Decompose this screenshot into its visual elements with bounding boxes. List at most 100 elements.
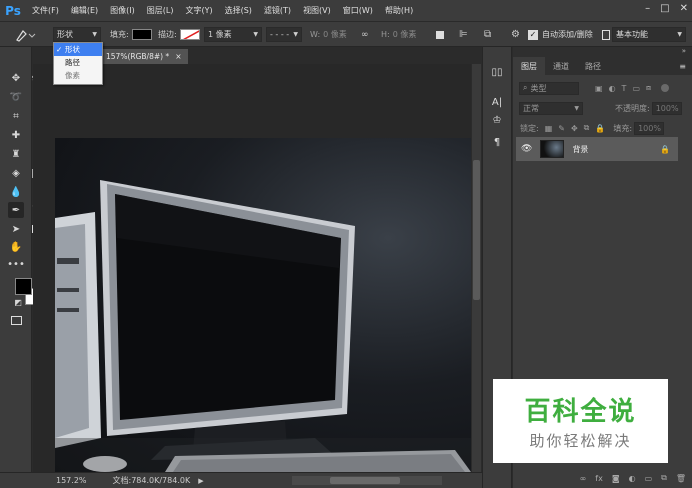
layer-row[interactable]: 👁 背景 🔒 [516, 137, 678, 161]
clone-stamp-icon[interactable]: ♜ [9, 147, 23, 161]
default-colors-icon[interactable]: ◩ [11, 295, 25, 309]
menu-edit[interactable]: 编辑(E) [65, 5, 104, 16]
link-layers-icon[interactable]: ∞ [580, 474, 587, 483]
stroke-swatch[interactable] [179, 29, 200, 40]
filter-pixel-icon[interactable]: ▣ [595, 84, 603, 93]
menu-window[interactable]: 窗口(W) [337, 5, 379, 16]
fill-swatch[interactable] [131, 29, 152, 40]
status-menu-arrow-icon[interactable]: ▶ [198, 477, 203, 485]
delete-layer-icon[interactable]: 🗑 [676, 474, 686, 483]
layer-filter-select[interactable]: ⌕ 类型 [519, 81, 579, 95]
lock-artboard-icon[interactable]: ⧉ [584, 123, 590, 133]
auto-add-checkbox[interactable]: ✓ [528, 29, 538, 40]
lasso-tool-icon[interactable]: ➰ [9, 90, 23, 104]
path-arrangement-icon[interactable]: ⧉ [484, 27, 491, 42]
pen-tool-icon[interactable]: ✒ [8, 202, 24, 218]
healing-brush-icon[interactable]: ✚ [9, 128, 23, 142]
stroke-width-value: 1 像素 [208, 30, 232, 39]
layer-name[interactable]: 背景 [572, 144, 588, 155]
chevron-down-icon: ▼ [293, 31, 298, 38]
layer-style-icon[interactable]: fx [595, 474, 603, 483]
opacity-field[interactable]: 100% [651, 101, 682, 115]
crop-tool-icon[interactable]: ⌗ [9, 109, 23, 123]
quick-mask-icon[interactable] [9, 313, 23, 327]
filter-smart-icon[interactable]: ⧈ [646, 83, 651, 93]
lock-transparent-icon[interactable]: ▦ [545, 124, 553, 133]
filter-type-icon[interactable]: T [622, 84, 627, 93]
character-panel-icon[interactable]: A| [491, 96, 503, 108]
link-icon[interactable]: ∞ [361, 27, 369, 42]
workspace-select[interactable]: 基本功能 ▼ [612, 27, 686, 42]
watermark: 百科全说 助你轻松解决 [493, 379, 668, 463]
mode-option-pixels[interactable]: 像素 [54, 69, 102, 82]
close-tab-icon[interactable]: × [175, 52, 181, 61]
paragraph-panel-icon[interactable]: ¶ [491, 136, 503, 148]
pen-tool-preset-icon[interactable] [14, 27, 36, 42]
history-panel-icon[interactable]: ▯▯ [491, 66, 503, 78]
path-alignment-icon[interactable]: ⊫ [459, 27, 468, 42]
document-image[interactable] [55, 138, 471, 472]
add-mask-icon[interactable]: ◙ [612, 474, 620, 483]
glyphs-panel-icon[interactable]: ♔ [491, 114, 503, 126]
minimize-icon[interactable]: – [645, 3, 650, 14]
lock-image-icon[interactable]: ✎ [558, 124, 565, 133]
menu-select[interactable]: 选择(S) [219, 5, 258, 16]
fill-value: 100% [638, 123, 661, 133]
horizontal-scrollbar-thumb[interactable] [330, 477, 400, 484]
filter-shape-icon[interactable]: ▭ [632, 84, 640, 93]
vertical-scrollbar-thumb[interactable] [473, 160, 480, 300]
lock-all-icon[interactable]: 🔒 [595, 124, 605, 133]
menu-type[interactable]: 文字(Y) [179, 5, 218, 16]
menu-layer[interactable]: 图层(L) [141, 5, 180, 16]
panel-menu-icon[interactable]: ≡ [679, 57, 686, 75]
close-icon[interactable]: ✕ [680, 3, 688, 14]
mode-option-path[interactable]: 路径 [54, 56, 102, 69]
menu-file[interactable]: 文件(F) [26, 5, 65, 16]
adjustment-layer-icon[interactable]: ◐ [629, 474, 636, 483]
chevron-down-icon: ▼ [92, 31, 97, 38]
new-layer-icon[interactable]: ⧉ [661, 473, 667, 483]
document-info: 文档:784.0K/784.0K [112, 476, 191, 485]
new-group-icon[interactable]: ▭ [645, 474, 653, 483]
h-field[interactable]: 0 像素 [393, 29, 417, 40]
mode-option-shape[interactable]: ✓ 形状 [54, 43, 102, 56]
visibility-eye-icon[interactable]: 👁 [521, 144, 532, 154]
auto-add-delete[interactable]: ✓ 自动添加/删除 [528, 27, 593, 42]
menu-filter[interactable]: 滤镜(T) [258, 5, 297, 16]
opacity-label: 不透明度: [615, 103, 650, 113]
fill-field[interactable]: 100% [634, 121, 665, 135]
mode-select[interactable]: 形状 ▼ [53, 27, 101, 42]
menu-help[interactable]: 帮助(H) [379, 5, 419, 16]
hand-tool-icon[interactable]: ✋ [9, 240, 23, 254]
workspace-icon [602, 27, 610, 42]
gear-icon[interactable]: ⚙ [511, 27, 520, 42]
tab-channels[interactable]: 通道 [545, 57, 577, 75]
chevron-down-icon: ▼ [574, 104, 579, 112]
document-tab[interactable]: 157%(RGB/8#) * × [100, 49, 188, 64]
filter-toggle[interactable] [661, 84, 670, 92]
eraser-tool-icon[interactable]: ◈ [9, 166, 23, 180]
move-tool-icon[interactable]: ✥ [9, 71, 23, 85]
fill-label: 填充: [110, 30, 129, 39]
path-operations-icon[interactable] [436, 27, 444, 42]
blend-mode-select[interactable]: 正常 ▼ [519, 101, 583, 115]
zoom-level[interactable]: 157.2% [56, 476, 87, 485]
tab-paths[interactable]: 路径 [577, 57, 609, 75]
menu-image[interactable]: 图像(I) [104, 5, 141, 16]
foreground-color-swatch[interactable] [15, 278, 32, 295]
maximize-icon[interactable]: □ [660, 3, 669, 14]
menu-view[interactable]: 视图(V) [297, 5, 337, 16]
path-selection-icon[interactable]: ➤ [9, 222, 23, 236]
filter-adjustment-icon[interactable]: ◐ [609, 84, 616, 93]
stroke-type-select[interactable]: - - - - ▼ [266, 27, 302, 42]
tab-layers[interactable]: 图层 [513, 57, 545, 75]
stroke-width-select[interactable]: 1 像素 ▼ [204, 27, 262, 42]
collapse-panel-icon[interactable]: » [682, 47, 686, 55]
w-field[interactable]: 0 像素 [323, 29, 347, 40]
chevron-down-icon: ▼ [253, 31, 258, 38]
dashed-line-icon: - - - - [270, 30, 290, 39]
mode-dropdown: ✓ 形状 路径 像素 [53, 42, 103, 85]
lock-position-icon[interactable]: ✥ [571, 124, 578, 133]
blur-tool-icon[interactable]: 💧 [9, 185, 23, 199]
more-tools-icon[interactable]: ••• [7, 257, 25, 271]
